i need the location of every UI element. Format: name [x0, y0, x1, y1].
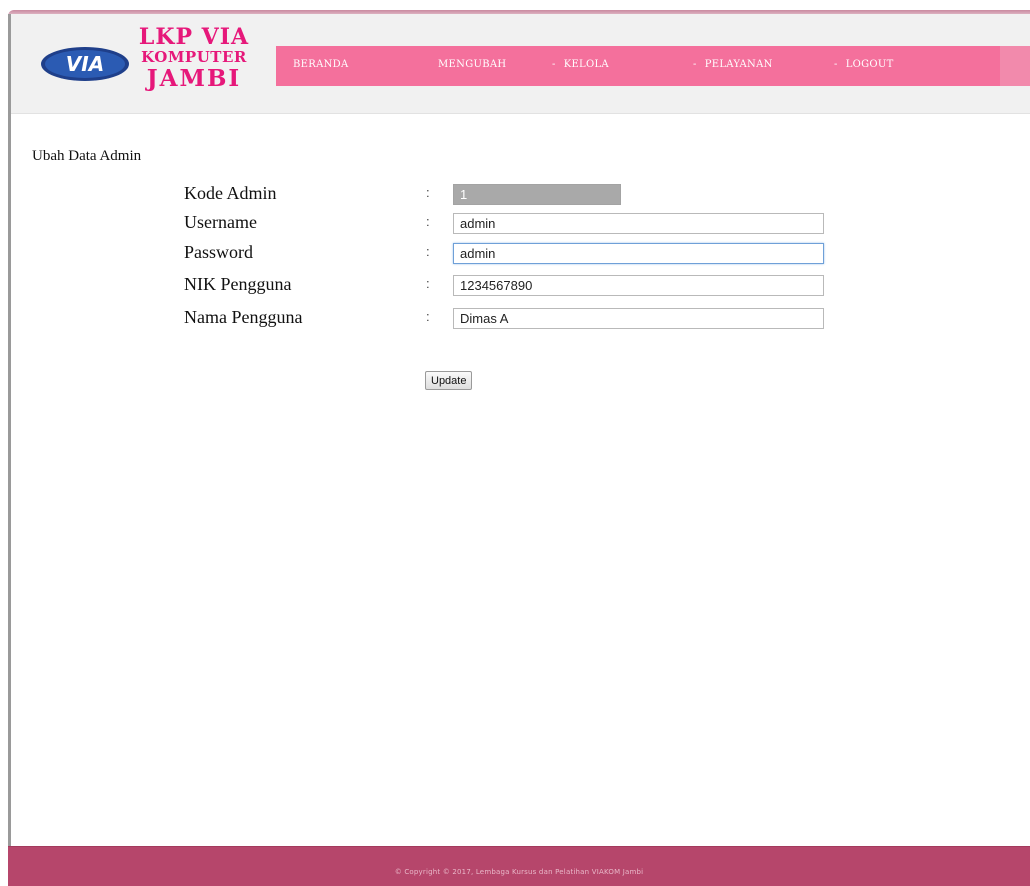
main-navbar: BERANDA MENGUBAH - KELOLA - PELAYANAN - LOG… — [276, 46, 1030, 86]
username-label: Username — [184, 212, 257, 232]
username-colon: : — [426, 214, 430, 229]
form-row-nama: Nama Pengguna : — [184, 307, 834, 331]
site-footer: © Copyright © 2017, Lembaga Kursus dan P… — [8, 846, 1030, 886]
password-label: Password — [184, 242, 254, 262]
kode-admin-colon: : — [426, 185, 430, 200]
logo-badge-text: VIA — [66, 52, 104, 76]
username-input[interactable] — [453, 213, 824, 234]
kode-admin-field — [453, 184, 621, 205]
nav-mengubah-label: MENGUBAH — [438, 59, 507, 70]
nav-beranda[interactable]: BERANDA — [293, 59, 349, 70]
nav-pelayanan-label: PELAYANAN — [704, 59, 773, 70]
logo-line-2: KOMPUTER — [141, 48, 247, 66]
nav-pelayanan[interactable]: - PELAYANAN — [693, 59, 773, 70]
nav-kelola-label: KELOLA — [563, 59, 609, 70]
nik-colon: : — [426, 276, 430, 291]
form-row-username: Username : — [184, 212, 834, 236]
update-button[interactable]: Update — [425, 371, 473, 390]
password-input[interactable] — [453, 243, 824, 264]
page-frame — [8, 14, 1030, 846]
nav-kelola[interactable]: - KELOLA — [552, 59, 609, 70]
nav-mengubah[interactable]: MENGUBAH — [438, 59, 506, 70]
kode-admin-label: Kode Admin — [184, 183, 277, 203]
browser-top-band — [0, 0, 1030, 16]
via-logo-icon: VIA — [41, 47, 129, 81]
site-logo-text[interactable]: LKP VIA KOMPUTER JAMBI — [124, 26, 264, 90]
kelola-caret-icon: - — [552, 59, 556, 70]
nav-beranda-label: BERANDA — [293, 59, 349, 70]
nik-input[interactable] — [453, 275, 824, 296]
nama-label: Nama Pengguna — [184, 307, 303, 327]
logout-caret-icon: - — [834, 59, 838, 70]
form-row-kode-admin: Kode Admin : — [184, 183, 834, 207]
nav-logout[interactable]: - LOGOUT — [834, 59, 894, 70]
nav-logout-label: LOGOUT — [845, 59, 894, 70]
nama-input[interactable] — [453, 308, 824, 329]
form-row-nik: NIK Pengguna : — [184, 274, 834, 298]
pelayanan-caret-icon: - — [693, 59, 697, 70]
nama-colon: : — [426, 309, 430, 324]
footer-copyright: © Copyright © 2017, Lembaga Kursus dan P… — [394, 868, 644, 876]
password-colon: : — [426, 244, 430, 259]
logo-line-3: JAMBI — [146, 65, 242, 92]
logo-line-1: LKP VIA — [138, 24, 250, 50]
form-row-password: Password : — [184, 242, 834, 266]
nav-end-cap — [1000, 46, 1030, 86]
nik-label: NIK Pengguna — [184, 274, 292, 294]
page-title: Ubah Data Admin — [32, 148, 142, 164]
